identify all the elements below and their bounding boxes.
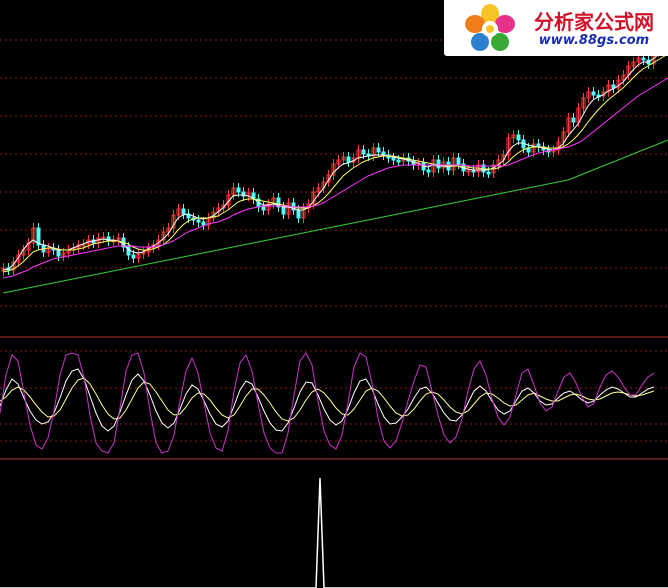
candle-body <box>376 147 381 153</box>
watermark-title: 分析家公式网 <box>534 10 654 34</box>
candle-body <box>281 206 286 215</box>
watermark-banner: 分析家公式网 www.88gs.com <box>444 0 668 56</box>
candle-body <box>436 159 441 169</box>
candle-body <box>361 149 366 155</box>
watermark-url: www.88gs.com <box>538 33 650 48</box>
candle-body <box>181 208 186 215</box>
candle-body <box>261 206 266 211</box>
candle-body <box>571 117 576 123</box>
candle-body <box>591 91 596 96</box>
kdj-line <box>0 352 655 454</box>
candle-body <box>426 169 431 173</box>
candle-body <box>641 57 646 61</box>
candle-body <box>131 254 136 259</box>
moving-average-line <box>2 77 668 279</box>
candle-body <box>391 157 396 161</box>
chart-stage: 分析家公式网 www.88gs.com <box>0 0 668 588</box>
flower-logo-icon <box>465 4 515 51</box>
candle-body <box>516 134 521 141</box>
candle-body <box>396 159 401 163</box>
candle-body <box>346 156 351 163</box>
candle-body <box>196 219 201 223</box>
stock-chart[interactable] <box>0 0 668 588</box>
moving-average-line <box>2 139 668 294</box>
candle-body <box>201 221 206 226</box>
candle-body <box>296 209 301 219</box>
candle-body <box>56 249 61 257</box>
candle-body <box>236 187 241 193</box>
candle-body <box>486 171 491 175</box>
kdj-line <box>0 368 655 432</box>
signal-spike-line <box>0 477 668 588</box>
candle-body <box>456 157 461 165</box>
